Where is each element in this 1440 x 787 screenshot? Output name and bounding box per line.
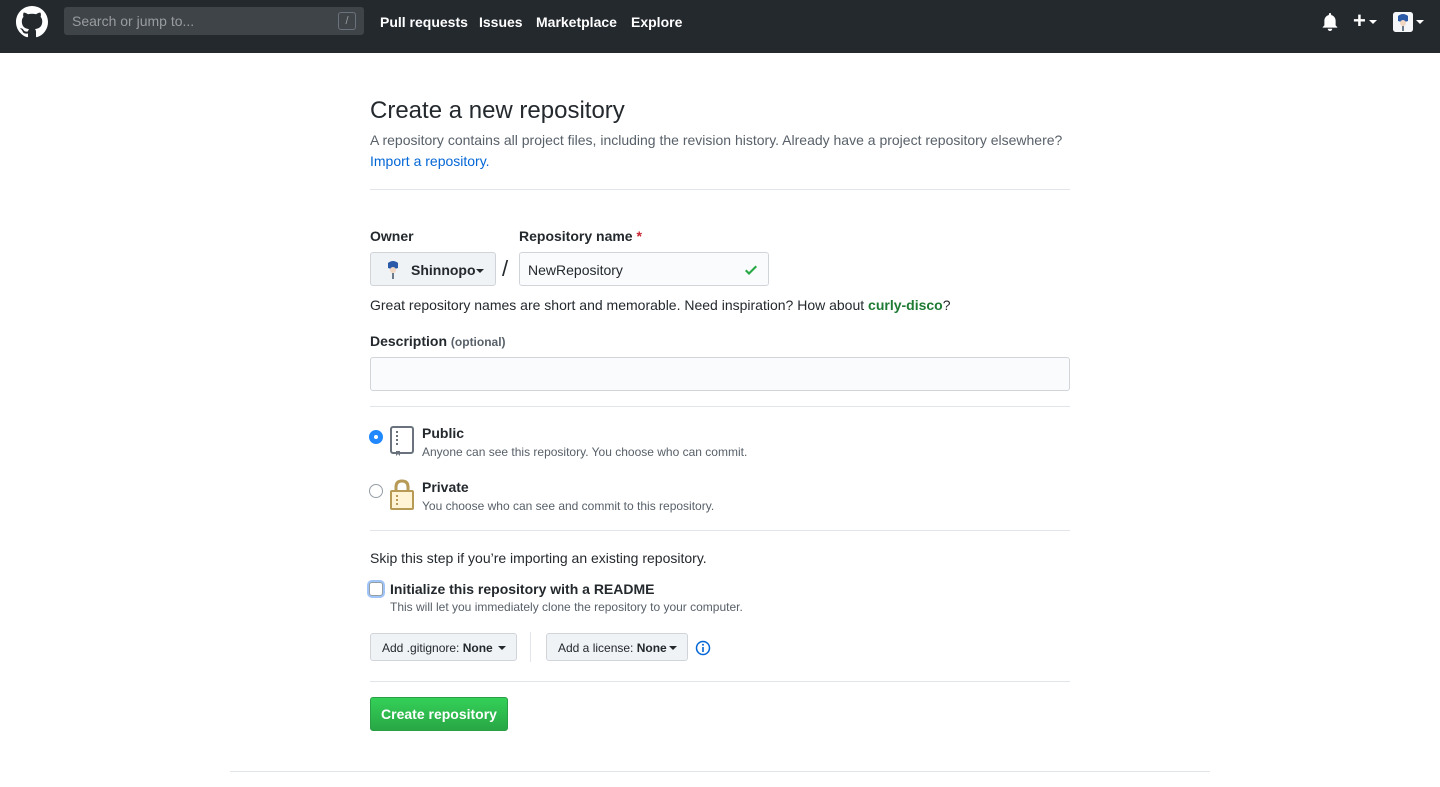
nav-issues[interactable]: Issues bbox=[479, 14, 523, 30]
owner-select[interactable]: Shinnopo bbox=[370, 252, 496, 286]
owner-name: Shinnopo bbox=[411, 262, 476, 278]
chevron-down-icon bbox=[476, 269, 484, 273]
import-repository-link[interactable]: Import a repository. bbox=[370, 153, 490, 169]
readme-checkbox[interactable] bbox=[369, 582, 383, 596]
avatar-image-icon bbox=[1393, 12, 1413, 32]
avatar-chevron-down-icon[interactable] bbox=[1416, 20, 1424, 24]
public-note: Anyone can see this repository. You choo… bbox=[422, 445, 748, 459]
page-subtitle: A repository contains all project files,… bbox=[370, 132, 1063, 148]
nav-marketplace[interactable]: Marketplace bbox=[536, 14, 617, 30]
public-radio[interactable] bbox=[369, 430, 383, 444]
top-header: Search or jump to... / Pull requests Iss… bbox=[0, 0, 1440, 53]
optional-label: (optional) bbox=[450, 335, 506, 349]
owner-label: Owner bbox=[370, 228, 414, 244]
description-label: Description (optional) bbox=[370, 333, 506, 349]
required-mark: * bbox=[636, 228, 642, 244]
chevron-down-icon bbox=[669, 646, 677, 650]
repo-book-icon bbox=[390, 426, 414, 456]
license-select[interactable]: Add a license: None bbox=[546, 633, 688, 661]
divider bbox=[370, 681, 1070, 682]
name-hint: Great repository names are short and mem… bbox=[370, 297, 951, 313]
lock-icon bbox=[390, 479, 414, 510]
check-icon bbox=[745, 265, 757, 275]
nav-explore[interactable]: Explore bbox=[631, 14, 682, 30]
description-input[interactable] bbox=[370, 357, 1070, 391]
slash-shortcut-key: / bbox=[338, 12, 356, 30]
owner-avatar-icon bbox=[388, 261, 398, 279]
skip-step-text: Skip this step if you’re importing an ex… bbox=[370, 550, 707, 566]
create-repository-button[interactable]: Create repository bbox=[370, 697, 508, 731]
chevron-down-icon bbox=[498, 646, 506, 650]
gitignore-select[interactable]: Add .gitignore: None bbox=[370, 633, 517, 661]
chevron-down-icon bbox=[1369, 20, 1377, 24]
divider bbox=[370, 530, 1070, 531]
readme-note: This will let you immediately clone the … bbox=[390, 600, 743, 614]
divider bbox=[370, 406, 1070, 407]
repository-name-input[interactable]: NewRepository bbox=[519, 252, 769, 286]
footer-divider bbox=[230, 771, 1210, 772]
select-separator bbox=[530, 632, 531, 662]
search-input[interactable]: Search or jump to... / bbox=[64, 7, 364, 35]
notifications-bell-icon[interactable] bbox=[1321, 13, 1339, 31]
plus-icon: + bbox=[1353, 8, 1366, 33]
info-icon[interactable] bbox=[695, 640, 711, 656]
public-title: Public bbox=[422, 425, 465, 441]
page-title: Create a new repository bbox=[370, 97, 625, 124]
owner-repo-separator: / bbox=[502, 256, 509, 281]
user-avatar[interactable] bbox=[1393, 12, 1413, 32]
name-suggestion-link[interactable]: curly-disco bbox=[868, 297, 943, 313]
private-radio[interactable] bbox=[369, 484, 383, 498]
readme-label[interactable]: Initialize this repository with a README bbox=[390, 581, 654, 597]
github-logo-icon[interactable] bbox=[16, 6, 48, 38]
private-note: You choose who can see and commit to thi… bbox=[422, 499, 715, 513]
private-title: Private bbox=[422, 479, 469, 495]
nav-pull-requests[interactable]: Pull requests bbox=[380, 14, 468, 30]
divider bbox=[370, 189, 1070, 190]
repo-name-label: Repository name * bbox=[519, 228, 642, 244]
search-placeholder: Search or jump to... bbox=[72, 13, 195, 29]
create-new-menu[interactable]: + bbox=[1353, 8, 1379, 33]
repository-name-value: NewRepository bbox=[528, 262, 623, 278]
